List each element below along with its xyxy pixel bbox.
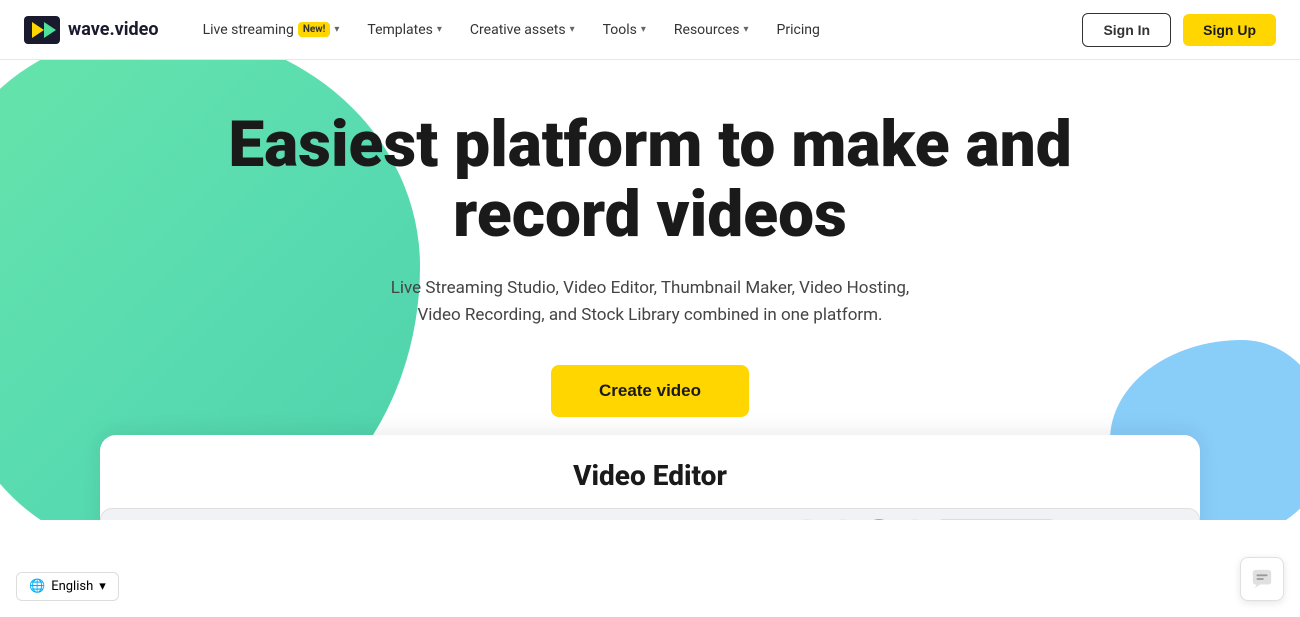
- chevron-down-icon: ▾: [437, 24, 442, 35]
- chat-icon: [1251, 568, 1273, 590]
- timer-button[interactable]: ⏱: [901, 519, 929, 520]
- language-selector[interactable]: 🌐 English ▾: [16, 572, 119, 601]
- hero-section: Easiest platform to make and record vide…: [0, 60, 1300, 520]
- check-button[interactable]: ✓: [865, 519, 893, 520]
- sign-up-button[interactable]: Sign Up: [1183, 14, 1276, 46]
- chevron-down-icon: ▾: [641, 24, 646, 35]
- create-video-button[interactable]: Create video: [551, 365, 749, 417]
- nav-item-live-streaming[interactable]: Live streaming New! ▾: [191, 14, 352, 46]
- editor-app-bar: wave.video Promo video ··· ↺ ↻ ✓ ⏱ W Wav…: [100, 508, 1200, 520]
- language-chevron-icon: ▾: [99, 579, 106, 594]
- nav-item-templates[interactable]: Templates ▾: [355, 14, 454, 46]
- chevron-down-icon: ▾: [570, 24, 575, 35]
- chevron-down-icon: ▾: [743, 24, 748, 35]
- nav-menu: Live streaming New! ▾ Templates ▾ Creati…: [191, 14, 1083, 46]
- title-dropdown[interactable]: W Wave.video ▾: [937, 519, 1056, 520]
- sign-in-button[interactable]: Sign In: [1082, 13, 1171, 47]
- undo-button[interactable]: ↺: [793, 519, 821, 520]
- navbar: wave.video Live streaming New! ▾ Templat…: [0, 0, 1300, 60]
- logo-text: wave.video: [68, 19, 159, 40]
- language-label: English: [51, 579, 93, 594]
- chevron-down-icon: ▾: [334, 24, 339, 35]
- wave-video-logo-icon: [24, 16, 60, 44]
- hero-subtitle: Live Streaming Studio, Video Editor, Thu…: [370, 275, 930, 329]
- nav-item-resources[interactable]: Resources ▾: [662, 14, 761, 46]
- globe-icon: 🌐: [29, 579, 45, 594]
- logo[interactable]: wave.video: [24, 16, 159, 44]
- nav-auth: Sign In Sign Up: [1082, 13, 1276, 47]
- hero-content: Easiest platform to make and record vide…: [0, 60, 1300, 417]
- nav-item-creative-assets[interactable]: Creative assets ▾: [458, 14, 587, 46]
- new-badge: New!: [298, 22, 331, 37]
- nav-item-pricing[interactable]: Pricing: [765, 14, 832, 46]
- chat-widget[interactable]: [1240, 557, 1284, 601]
- video-editor-title: Video Editor: [100, 459, 1200, 492]
- video-editor-preview: Video Editor wave.video Promo video ··· …: [100, 435, 1200, 520]
- editor-controls: ↺ ↻ ✓ ⏱ W Wave.video ▾ Publish 😊 ▾: [793, 519, 1183, 520]
- redo-button[interactable]: ↻: [829, 519, 857, 520]
- nav-item-tools[interactable]: Tools ▾: [591, 14, 658, 46]
- hero-title: Easiest platform to make and record vide…: [210, 110, 1090, 251]
